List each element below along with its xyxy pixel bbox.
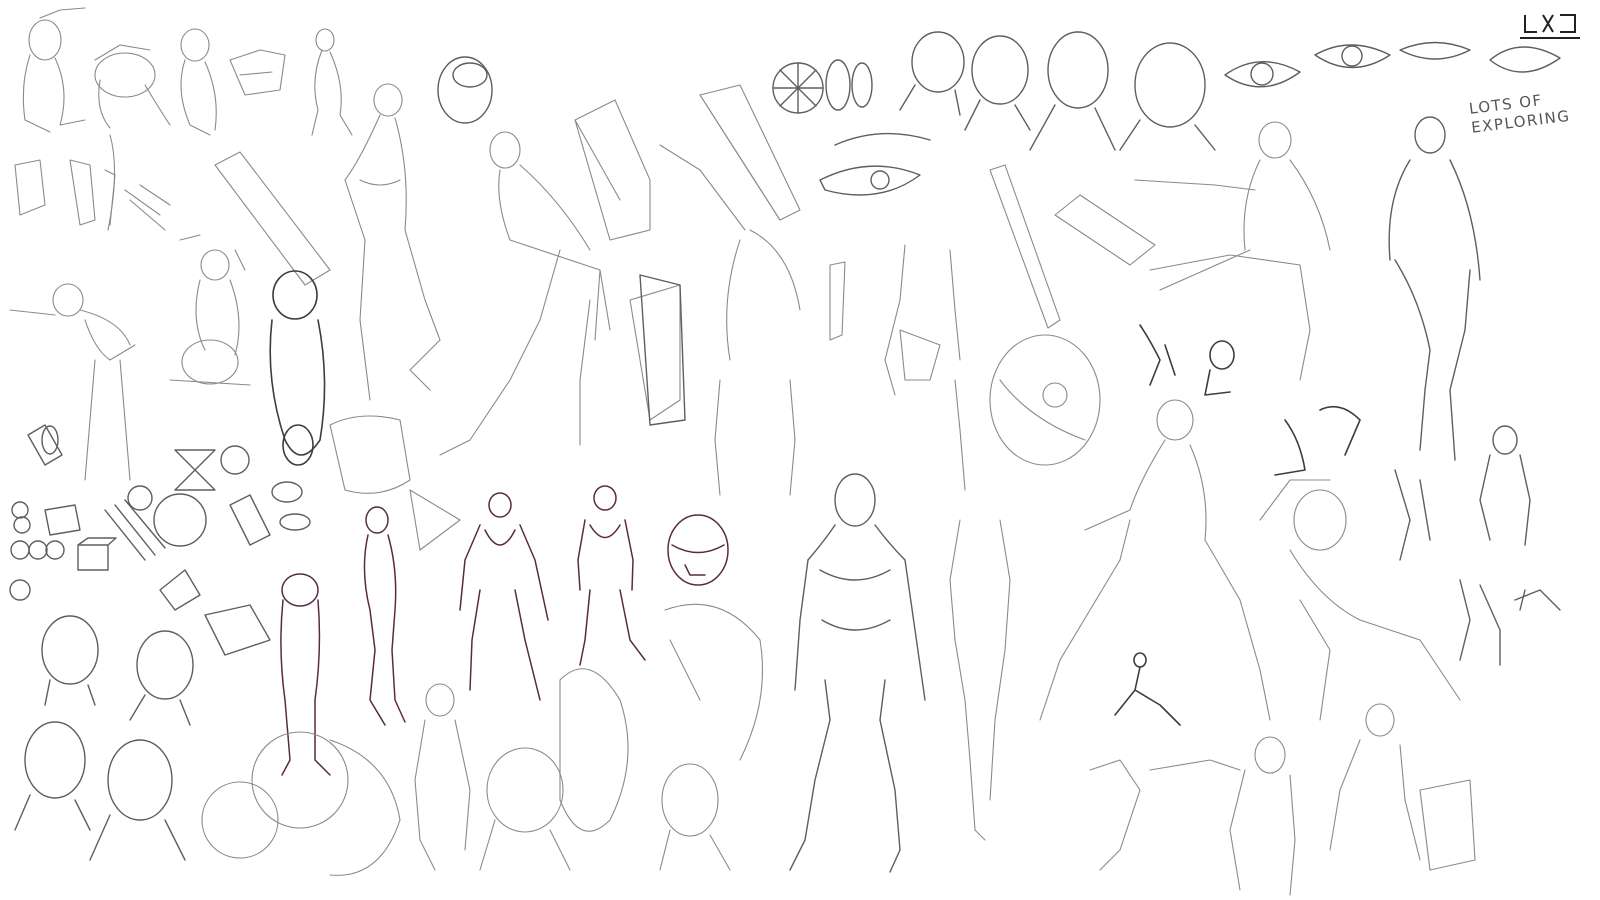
bottom-center-sketches	[201, 415, 764, 876]
eye-study-large	[819, 132, 931, 196]
head-studies-top-row	[899, 31, 1216, 151]
right-edge-figures	[1394, 425, 1561, 666]
muscular-figure-front	[789, 473, 926, 873]
purple-figure-back	[459, 492, 549, 701]
crouching-figures-top-left	[22, 7, 353, 136]
purple-figure-front	[577, 485, 646, 666]
sketch-sheet: LOTS OF EXPLORING	[0, 0, 1600, 900]
stooping-figure	[439, 99, 651, 456]
small-running-figure	[1114, 652, 1181, 726]
twisting-figure-dark	[269, 270, 326, 466]
purple-head-study	[667, 514, 729, 586]
standing-figure-hip	[344, 83, 441, 401]
figure-drawings	[9, 7, 1580, 896]
lunging-figure	[1039, 399, 1271, 721]
purple-figure-side	[363, 506, 406, 726]
center-tree-pose-figure	[829, 164, 1061, 491]
sitting-figure-right	[1054, 121, 1331, 381]
purple-leg-study	[280, 573, 331, 776]
dynamic-twisting-figure	[1259, 479, 1461, 721]
arching-figure	[629, 84, 801, 496]
leg-studies-center	[949, 519, 1011, 841]
cylinder-study	[214, 151, 331, 286]
barrel-study	[437, 56, 493, 124]
head-studies-bottom-left	[14, 615, 194, 861]
tall-standing-figure	[1388, 116, 1481, 461]
eye-studies-top-right	[1224, 41, 1561, 88]
limb-studies-left	[14, 134, 171, 231]
misc-circles-left	[41, 274, 686, 455]
leaning-figure	[9, 283, 136, 481]
foreshortened-head	[989, 334, 1101, 466]
cylinders-circles-row	[772, 59, 873, 114]
kneeling-figure	[169, 234, 251, 386]
bottom-right-figures	[1089, 703, 1476, 896]
artist-logo	[1520, 14, 1580, 39]
